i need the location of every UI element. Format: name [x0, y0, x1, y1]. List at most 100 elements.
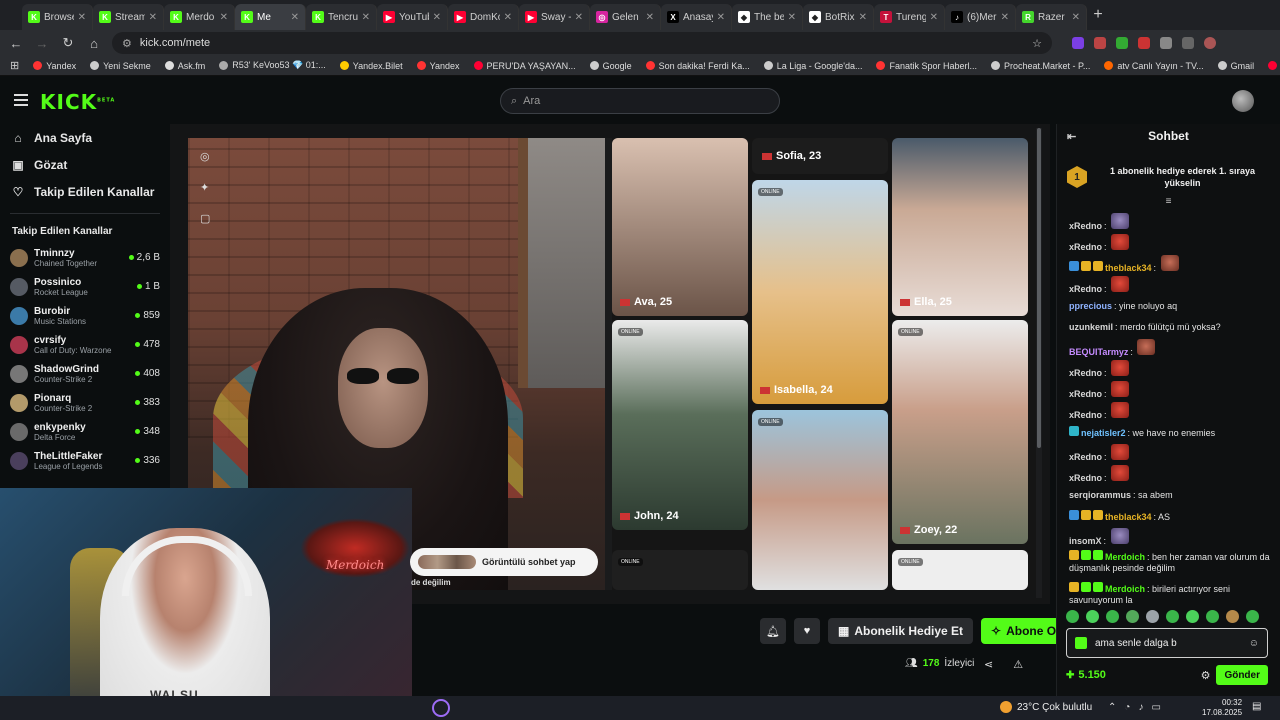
- bookmark-item[interactable]: YouTube: [1268, 61, 1280, 71]
- browser-tab[interactable]: ♪ (6)Mer ✕: [945, 4, 1016, 30]
- kick-logo[interactable]: KICKBETA: [40, 90, 115, 114]
- chat-username[interactable]: serqiorammus: [1069, 490, 1131, 500]
- emote-icon[interactable]: [1126, 610, 1139, 623]
- chat-username[interactable]: theblack34: [1105, 263, 1152, 273]
- chat-username[interactable]: Merdoich: [1105, 584, 1145, 594]
- video-chat-button[interactable]: Görüntülü sohbet yap: [410, 548, 598, 576]
- followed-channel[interactable]: Possinico Rocket League 1 B: [0, 272, 170, 301]
- browser-tab[interactable]: K Merdo ✕: [164, 4, 235, 30]
- followed-channel[interactable]: Pionarq Counter-Strike 2 383: [0, 388, 170, 417]
- browser-tab[interactable]: ▶ DomKo ✕: [448, 4, 519, 30]
- bookmark-item[interactable]: Gmail: [1217, 61, 1254, 71]
- notification-bell-button[interactable]: 🔔︎: [760, 618, 786, 644]
- chat-username[interactable]: xRedno: [1069, 368, 1102, 378]
- close-tab-icon[interactable]: ✕: [433, 12, 441, 23]
- bookmark-item[interactable]: La Liga - Google'da...: [763, 61, 862, 71]
- bookmark-item[interactable]: PERU'DA YAŞAYAN...: [473, 61, 576, 71]
- extension-icon[interactable]: [1072, 37, 1084, 49]
- chat-username[interactable]: nejatisler2: [1081, 428, 1126, 438]
- profile-card[interactable]: ONLINE: [752, 410, 888, 590]
- bookmark-item[interactable]: Yandex: [33, 61, 76, 71]
- close-tab-icon[interactable]: ✕: [78, 12, 86, 23]
- avatar[interactable]: [1232, 90, 1254, 112]
- extension-icon[interactable]: [1094, 37, 1106, 49]
- close-tab-icon[interactable]: ✕: [291, 12, 299, 23]
- chat-username[interactable]: xRedno: [1069, 410, 1102, 420]
- emote-icon[interactable]: [1146, 610, 1159, 623]
- chat-username[interactable]: BEQUITarmyz: [1069, 347, 1128, 357]
- volume-icon[interactable]: ♪: [1138, 702, 1143, 713]
- emote-icon[interactable]: [1186, 610, 1199, 623]
- chat-settings-icon[interactable]: ⚙: [1201, 669, 1211, 682]
- weather-widget[interactable]: 23°C Çok bulutlu: [1000, 701, 1092, 713]
- profile-card[interactable]: ONLINE Zoey, 22: [892, 320, 1028, 544]
- extension-icon[interactable]: [1138, 37, 1150, 49]
- gift-leaderboard-promo[interactable]: 1 1 abonelik hediye ederek 1. sıraya yük…: [1057, 156, 1280, 198]
- square-icon[interactable]: ▢: [200, 212, 210, 225]
- chat-username[interactable]: xRedno: [1069, 452, 1102, 462]
- close-tab-icon[interactable]: ✕: [362, 12, 370, 23]
- bookmark-item[interactable]: Fanatik Spor Haberl...: [876, 61, 977, 71]
- scrollbar[interactable]: [1036, 128, 1042, 598]
- chat-username[interactable]: xRedno: [1069, 284, 1102, 294]
- browser-tab[interactable]: T Tureng ✕: [874, 4, 945, 30]
- camera-icon[interactable]: ◎: [200, 150, 210, 163]
- emote-icon[interactable]: [1086, 610, 1099, 623]
- browser-tab[interactable]: K Stream ✕: [93, 4, 164, 30]
- battery-icon[interactable]: ▭: [1151, 702, 1160, 713]
- browser-tab[interactable]: K Browse ✕: [22, 4, 93, 30]
- followed-channel[interactable]: ShadowGrind Counter-Strike 2 408: [0, 359, 170, 388]
- emoji-icon[interactable]: ☺: [1249, 638, 1259, 649]
- emote-icon[interactable]: [1206, 610, 1219, 623]
- pinned-chevron-icon[interactable]: ≡: [1057, 197, 1280, 208]
- chat-username[interactable]: pprecious: [1069, 301, 1112, 311]
- profile-card[interactable]: Ella, 25: [892, 138, 1028, 316]
- share-icon[interactable]: ⋖: [984, 658, 993, 671]
- profile-card[interactable]: Sofia, 23: [752, 138, 888, 174]
- bookmark-item[interactable]: atv Canlı Yayın - TV...: [1104, 61, 1204, 71]
- profile-card[interactable]: ONLINE John, 24: [612, 320, 748, 530]
- close-tab-icon[interactable]: ✕: [930, 12, 938, 23]
- chat-username[interactable]: xRedno: [1069, 389, 1102, 399]
- browser-tab[interactable]: K Me ✕: [235, 4, 306, 30]
- emote-icon[interactable]: [1066, 610, 1079, 623]
- channel-points[interactable]: ✚ 5.150: [1066, 669, 1106, 681]
- followed-channel[interactable]: TheLittleFaker League of Legends 336: [0, 446, 170, 475]
- emote-icon[interactable]: [1106, 610, 1119, 623]
- emote-icon[interactable]: [1166, 610, 1179, 623]
- close-tab-icon[interactable]: ✕: [149, 12, 157, 23]
- chat-input[interactable]: ama senle dalga b ☺: [1066, 628, 1268, 658]
- followed-channel[interactable]: enkypenky Delta Force 348: [0, 417, 170, 446]
- extensions-puzzle-icon[interactable]: [1182, 37, 1194, 49]
- gift-icon[interactable]: [1075, 637, 1087, 649]
- chat-username[interactable]: xRedno: [1069, 242, 1102, 252]
- bookmark-item[interactable]: Yandex: [416, 61, 460, 71]
- notification-icon[interactable]: ▤: [1252, 701, 1261, 712]
- chevron-up-icon[interactable]: ⌃: [1108, 702, 1116, 713]
- follow-heart-button[interactable]: ♥: [794, 618, 820, 644]
- profile-card[interactable]: ONLINE Isabella, 24: [752, 180, 888, 404]
- profile-card[interactable]: ONLINE: [612, 550, 748, 590]
- browser-tab[interactable]: ▶ YouTub ✕: [377, 4, 448, 30]
- collapse-chat-icon[interactable]: ⇤: [1067, 130, 1076, 143]
- close-tab-icon[interactable]: ✕: [220, 12, 228, 23]
- profile-card[interactable]: Ava, 25: [612, 138, 748, 316]
- sidebar-item-browse[interactable]: ▣ Gözat: [0, 151, 170, 178]
- extension-icon[interactable]: [1116, 37, 1128, 49]
- chat-username[interactable]: insomX: [1069, 536, 1102, 546]
- bookmark-star-icon[interactable]: ☆: [1032, 37, 1042, 50]
- browser-tab[interactable]: ▶ Sway - ✕: [519, 4, 590, 30]
- browser-tab[interactable]: ◆ BotRix ✕: [803, 4, 874, 30]
- profile-card[interactable]: ONLINE: [892, 550, 1028, 590]
- close-tab-icon[interactable]: ✕: [717, 12, 725, 23]
- send-button[interactable]: Gönder: [1216, 665, 1268, 685]
- extension-icon[interactable]: [1160, 37, 1172, 49]
- bookmark-item[interactable]: Procheat.Market - P...: [991, 61, 1090, 71]
- bookmark-item[interactable]: Ask.fm: [164, 61, 205, 71]
- close-tab-icon[interactable]: ✕: [1072, 12, 1080, 23]
- close-tab-icon[interactable]: ✕: [646, 12, 654, 23]
- chat-username[interactable]: uzunkemil: [1069, 322, 1113, 332]
- report-icon[interactable]: ⚠: [1013, 658, 1023, 671]
- browser-tab[interactable]: X Anasay ✕: [661, 4, 732, 30]
- sidebar-item-home[interactable]: ⌂ Ana Sayfa: [0, 124, 170, 151]
